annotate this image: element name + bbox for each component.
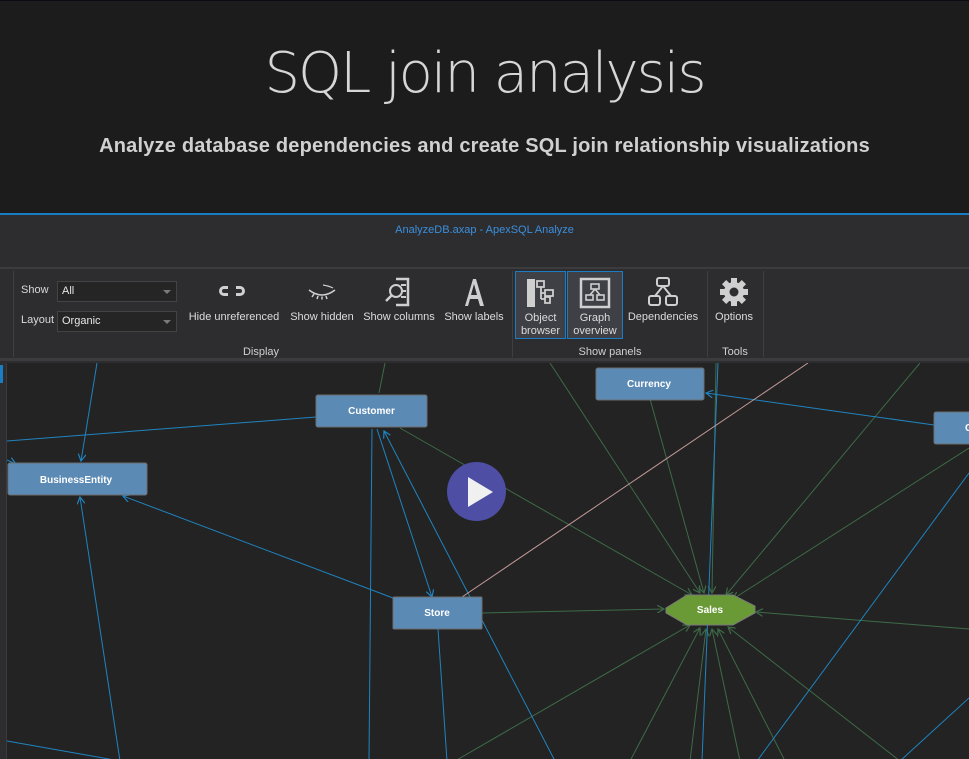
edge (649, 398, 704, 593)
layout-dropdown[interactable]: Organic (57, 311, 177, 332)
hide-unreferenced-icon (219, 286, 245, 296)
hero-banner: SQL join analysis Analyze database depen… (0, 0, 969, 214)
edge (6, 740, 112, 759)
node-businessentity[interactable]: BusinessEntity (7, 462, 148, 496)
app-window: AnalyzeDB.axap - ApexSQL Analyze Show Al… (0, 213, 969, 759)
edge (630, 628, 700, 759)
chevron-down-icon (163, 320, 171, 324)
reference-edges (6, 363, 969, 759)
hide-unreferenced-button[interactable]: Hide unreferenced (186, 271, 282, 339)
node-sales[interactable]: Sales (665, 594, 756, 626)
node-label: Store (424, 608, 450, 619)
show-dropdown[interactable]: All (57, 281, 177, 302)
options-button[interactable]: Options (710, 271, 758, 339)
edge (80, 497, 121, 759)
dependency-graph[interactable]: Customer Currency BusinessEntity Store S… (0, 363, 969, 759)
video-play-button[interactable] (447, 462, 506, 521)
node-offscreen[interactable]: C (933, 411, 969, 445)
graph-overview-label-line1: Graph (579, 312, 611, 324)
layout-dropdown-value: Organic (62, 315, 101, 327)
window-title: AnalyzeDB.axap - ApexSQL Analyze (395, 224, 574, 236)
tools-group-label: Tools (722, 346, 748, 358)
edge (712, 629, 741, 759)
search-columns-icon (385, 277, 410, 307)
ribbon-separator (512, 271, 513, 357)
edge (726, 363, 921, 595)
letter-a-icon (465, 279, 484, 306)
node-currency[interactable]: Currency (595, 367, 705, 401)
node-label: BusinessEntity (40, 475, 113, 486)
hide-unreferenced-label: Hide unreferenced (188, 311, 280, 323)
layout-label: Layout (21, 314, 55, 326)
show-panels-group-label: Show panels (578, 346, 642, 358)
edge (81, 363, 98, 461)
show-labels-button[interactable]: Show labels (442, 271, 506, 339)
node-customer[interactable]: Customer (315, 394, 428, 428)
edge (733, 447, 969, 599)
object-browser-label-line1: Object (524, 312, 557, 324)
edge (712, 363, 717, 593)
dependencies-label: Dependencies (627, 311, 699, 323)
title-bar: AnalyzeDB.axap - ApexSQL Analyze (0, 215, 969, 267)
graph-overview-button[interactable]: Graph overview (567, 271, 623, 339)
show-labels-label: Show labels (444, 311, 504, 323)
hero-subtitle: Analyze database dependencies and create… (99, 135, 870, 157)
dependencies-icon (648, 277, 678, 306)
object-browser-icon (526, 279, 554, 307)
node-label: Customer (348, 406, 395, 417)
node-label: Currency (627, 379, 671, 390)
play-icon (468, 477, 493, 507)
edge (378, 363, 386, 394)
edge (728, 627, 899, 759)
show-hidden-button[interactable]: Show hidden (288, 271, 356, 339)
chevron-down-icon (163, 290, 171, 294)
show-hidden-label: Show hidden (290, 311, 354, 323)
object-browser-button[interactable]: Object browser (515, 271, 566, 339)
edge (437, 628, 448, 759)
edge (399, 427, 692, 595)
show-dropdown-value: All (62, 285, 75, 297)
edge (123, 496, 394, 599)
options-label: Options (715, 311, 753, 323)
ribbon-separator (763, 271, 764, 357)
edge (701, 363, 719, 759)
edge (689, 629, 706, 759)
edge (756, 612, 969, 630)
edge (376, 428, 432, 597)
node-label: C (965, 423, 969, 434)
ribbon-toolbar: Show All Layout Organic Hide unreference… (0, 267, 969, 361)
graph-canvas[interactable]: Customer Currency BusinessEntity Store S… (0, 363, 969, 759)
edge (457, 625, 690, 759)
dependencies-button[interactable]: Dependencies (626, 271, 700, 339)
object-browser-collapsed-strip[interactable] (0, 363, 7, 759)
hero-title: SQL join analysis (264, 41, 706, 106)
edge (901, 697, 969, 759)
edge (6, 416, 317, 442)
join-edges (378, 363, 969, 759)
object-browser-label-line2: browser (520, 325, 561, 337)
graph-overview-label-line2: overview (573, 325, 617, 337)
closed-eye-icon (308, 284, 336, 300)
show-label: Show (21, 284, 49, 296)
ribbon-separator (707, 271, 708, 357)
edge (718, 629, 785, 759)
node-label: Sales (697, 605, 724, 616)
show-columns-label: Show columns (363, 311, 435, 323)
node-store[interactable]: Store (392, 596, 483, 630)
edge (368, 428, 373, 759)
panel-tab-indicator[interactable] (0, 365, 3, 383)
ribbon-separator (13, 271, 14, 357)
show-columns-button[interactable]: Show columns (363, 271, 435, 339)
graph-overview-icon (579, 277, 611, 309)
display-group-label: Display (242, 346, 280, 358)
edge (481, 609, 664, 614)
gear-icon (720, 278, 748, 306)
